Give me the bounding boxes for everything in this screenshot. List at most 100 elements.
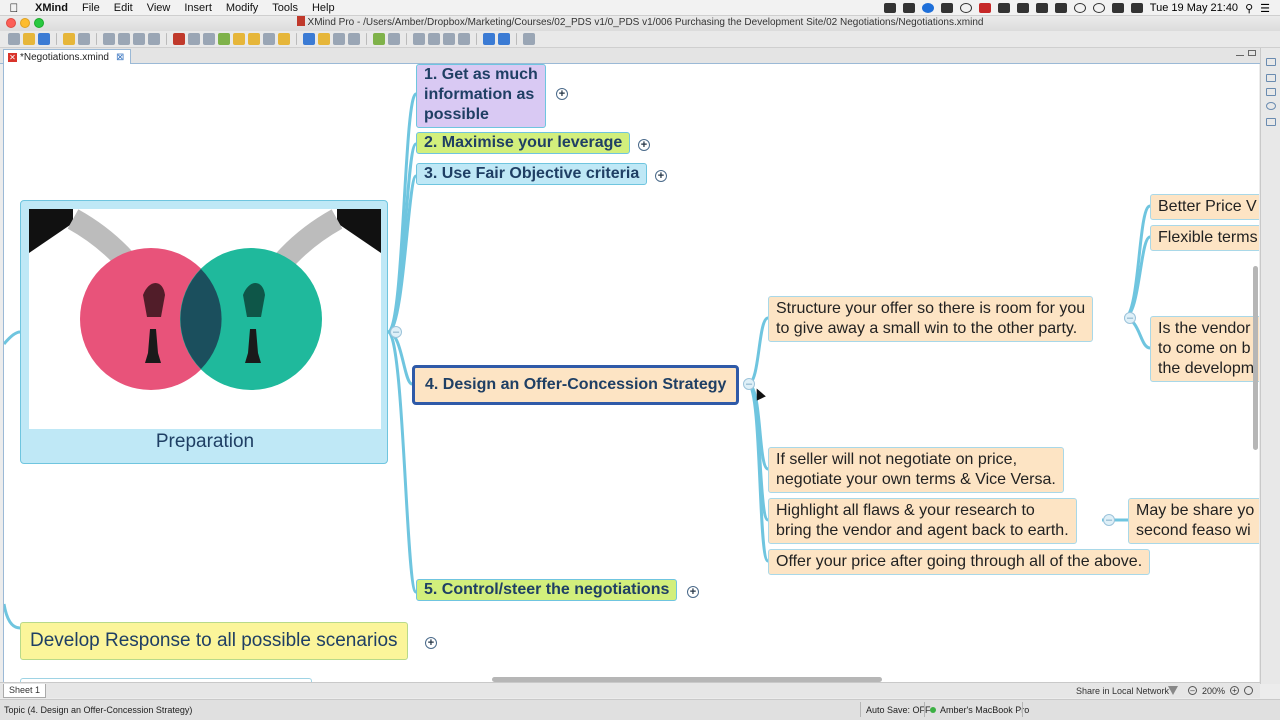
info-icon[interactable] — [959, 3, 972, 13]
collapse-subtopic-1-icon[interactable]: – — [1124, 312, 1136, 324]
window-minimize-button[interactable] — [20, 18, 30, 28]
menu-app-name[interactable]: XMind — [28, 2, 75, 14]
present-icon[interactable] — [173, 33, 185, 45]
outline-panel-icon[interactable] — [1266, 88, 1276, 96]
gear-icon[interactable] — [523, 33, 535, 45]
collapse-central-icon[interactable]: – — [390, 326, 402, 338]
tab-negotiations[interactable]: ✕ *Negotiations.xmind ⊠ — [3, 49, 132, 64]
maximize-editor-icon[interactable] — [1248, 50, 1256, 56]
image-icon[interactable] — [188, 33, 200, 45]
boundary-icon[interactable] — [303, 33, 315, 45]
expand-topic-2-icon[interactable]: + — [638, 139, 650, 151]
zoom-out-icon[interactable]: – — [1188, 686, 1197, 695]
window-zoom-button[interactable] — [34, 18, 44, 28]
topic-fair-criteria[interactable]: 3. Use Fair Objective criteria — [416, 163, 648, 185]
topic-develop-response[interactable]: Develop Response to all possible scenari… — [20, 622, 408, 660]
collapse-subtopic-3-icon[interactable]: – — [1103, 514, 1115, 526]
layout-icon[interactable] — [413, 33, 425, 45]
open-icon[interactable] — [23, 33, 35, 45]
notification-center-icon[interactable]: ☰ — [1260, 2, 1270, 15]
topic-get-information[interactable]: 1. Get as much information as possible — [416, 64, 546, 128]
subtopic-offer-price[interactable]: Offer your price after going through all… — [768, 549, 1151, 575]
menu-help[interactable]: Help — [305, 2, 342, 14]
topic-offer-concession-strategy[interactable]: 4. Design an Offer-Concession Strategy — [412, 365, 740, 405]
floating-topic-icon[interactable] — [133, 33, 145, 45]
time-machine-icon[interactable] — [1092, 3, 1105, 13]
close-tab-icon[interactable]: ⊠ — [116, 51, 124, 64]
subtopic-seller-terms[interactable]: If seller will not negotiate on price, n… — [768, 447, 1064, 493]
adobe-icon[interactable] — [997, 3, 1010, 13]
screen-icon[interactable] — [902, 3, 915, 13]
new-icon[interactable] — [8, 33, 20, 45]
share-icon[interactable] — [483, 33, 495, 45]
teamviewer-icon[interactable] — [921, 3, 934, 13]
evernote-icon[interactable] — [883, 3, 896, 13]
equation-icon[interactable] — [333, 33, 345, 45]
summary-icon[interactable] — [318, 33, 330, 45]
save-icon[interactable] — [38, 33, 50, 45]
zoom-level[interactable]: 200% — [1202, 686, 1225, 696]
creative-cloud-icon[interactable] — [1035, 3, 1048, 13]
node-share-feaso[interactable]: May be share yo second feaso wi — [1128, 498, 1259, 544]
mindmap-canvas[interactable]: Preparation – 1. Get as much information… — [3, 64, 1259, 682]
expand-topic-1-icon[interactable]: + — [556, 88, 568, 100]
expand-topic-5-icon[interactable]: + — [687, 586, 699, 598]
overview-panel-icon[interactable] — [1266, 118, 1276, 126]
battery-icon[interactable] — [1130, 3, 1143, 13]
share-local-network-link[interactable]: Share in Local Network — [1076, 686, 1169, 696]
autosave-status[interactable]: Auto Save: OFF — [866, 705, 931, 715]
subtopic-highlight-flaws[interactable]: Highlight all flaws & your research to b… — [768, 498, 1077, 544]
task-info-icon[interactable] — [373, 33, 385, 45]
subtopic-icon[interactable] — [118, 33, 130, 45]
hyperlink-icon[interactable] — [218, 33, 230, 45]
subtopic-structure-offer[interactable]: Structure your offer so there is room fo… — [768, 296, 1094, 342]
redo-icon[interactable] — [78, 33, 90, 45]
collapse-topic-4-icon[interactable]: – — [743, 378, 755, 390]
marker-icon[interactable] — [263, 33, 275, 45]
network-status[interactable]: Amber's MacBook Pro — [930, 705, 1029, 715]
properties-view-icon[interactable] — [1266, 74, 1276, 82]
upload-icon[interactable] — [498, 33, 510, 45]
node-vendor-development[interactable]: Is the vendor to come on b the developm — [1150, 316, 1259, 382]
central-topic[interactable]: Preparation — [20, 200, 388, 464]
relationship-icon[interactable] — [148, 33, 160, 45]
bluetooth-icon[interactable] — [1073, 3, 1086, 13]
notes-icon[interactable] — [248, 33, 260, 45]
drill-down-icon[interactable] — [348, 33, 360, 45]
node-better-price[interactable]: Better Price V — [1150, 194, 1259, 220]
menu-view[interactable]: View — [140, 2, 178, 14]
undo-icon[interactable] — [63, 33, 75, 45]
audio-notes-icon[interactable] — [388, 33, 400, 45]
menu-file[interactable]: File — [75, 2, 107, 14]
topic-control-negotiations[interactable]: 5. Control/steer the negotiations — [416, 579, 678, 601]
expand-develop-icon[interactable]: + — [425, 637, 437, 649]
comments-icon[interactable] — [278, 33, 290, 45]
label-icon[interactable] — [233, 33, 245, 45]
clock-icon[interactable] — [443, 33, 455, 45]
node-flexible-terms[interactable]: Flexible terms — [1150, 225, 1259, 251]
topic-icon[interactable] — [103, 33, 115, 45]
search-panel-icon[interactable] — [1266, 102, 1276, 110]
filter-icon[interactable] — [1168, 686, 1178, 695]
minimize-editor-icon[interactable] — [1236, 50, 1244, 56]
recorder-icon[interactable] — [978, 3, 991, 13]
outline-view-icon[interactable] — [428, 33, 440, 45]
window-close-button[interactable] — [6, 18, 16, 28]
expand-topic-3-icon[interactable]: + — [655, 170, 667, 182]
fit-map-icon[interactable] — [1244, 686, 1253, 695]
apple-icon[interactable]:  — [0, 1, 28, 15]
vertical-scrollbar[interactable] — [1253, 266, 1258, 450]
gantt-icon[interactable] — [458, 33, 470, 45]
spotlight-icon[interactable]: ⚲ — [1245, 2, 1253, 15]
zoom-in-icon[interactable]: + — [1230, 686, 1239, 695]
menu-tools[interactable]: Tools — [265, 2, 305, 14]
menu-insert[interactable]: Insert — [177, 2, 219, 14]
sheet-tab-1[interactable]: Sheet 1 — [3, 684, 47, 698]
restore-view-icon[interactable] — [1266, 58, 1276, 66]
clock[interactable]: Tue 19 May 21:40 — [1150, 2, 1238, 14]
window-icon[interactable] — [1016, 3, 1029, 13]
notification-icon[interactable] — [940, 3, 953, 13]
menu-edit[interactable]: Edit — [107, 2, 140, 14]
wifi-icon[interactable] — [1111, 3, 1124, 13]
menu-modify[interactable]: Modify — [219, 2, 265, 14]
